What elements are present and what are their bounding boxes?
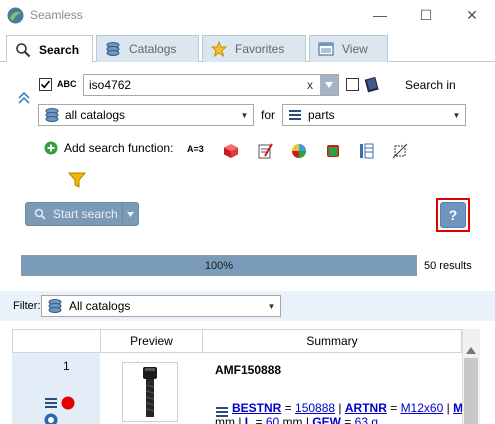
star-icon xyxy=(211,41,227,57)
attr-key-gew[interactable]: GEW xyxy=(312,415,341,424)
catalogs-icon xyxy=(106,42,120,56)
list-icon xyxy=(289,110,301,120)
cube-function-icon[interactable] xyxy=(222,142,240,160)
list-icon[interactable] xyxy=(44,397,58,409)
start-search-button[interactable]: Start search xyxy=(25,202,139,226)
table-function-icon[interactable] xyxy=(357,142,375,160)
search-icon xyxy=(16,42,31,57)
catalog-select[interactable]: all catalogs ▼ xyxy=(38,104,254,126)
chevron-down-icon xyxy=(127,211,134,217)
checkmark-icon xyxy=(40,80,51,89)
title-bar: Seamless — ☐ ✕ xyxy=(0,0,495,30)
attr-key-artnr[interactable]: ARTNR xyxy=(345,401,387,415)
row-index: 1 xyxy=(63,359,70,373)
search-query-value[interactable]: iso4762 xyxy=(84,78,300,92)
search-query-field[interactable]: iso4762 x xyxy=(83,74,339,96)
search-target-value: parts xyxy=(308,108,335,122)
for-label: for xyxy=(261,108,276,122)
summary-line-2: mm | L = 60 mm | GEW = 63 g xyxy=(215,415,460,424)
catalog-select-value: all catalogs xyxy=(65,108,126,122)
tab-search[interactable]: Search xyxy=(6,35,93,63)
index-column-header xyxy=(13,330,101,352)
chevron-down-icon: ▼ xyxy=(267,301,276,311)
chevron-down-icon: ▼ xyxy=(452,110,461,120)
tab-view[interactable]: View xyxy=(309,35,388,62)
add-search-function-label: Add search function: xyxy=(64,141,174,155)
tab-catalogs[interactable]: Catalogs xyxy=(96,35,199,62)
measure-function-icon[interactable] xyxy=(391,142,409,160)
attr-key-l[interactable]: L xyxy=(245,415,252,424)
preview-image[interactable] xyxy=(122,362,178,422)
preview-column-header[interactable]: Preview xyxy=(101,330,203,352)
tab-search-label: Search xyxy=(39,42,80,57)
results-grid-header: Preview Summary xyxy=(12,329,462,353)
view-icon xyxy=(318,42,334,56)
search-target-select[interactable]: parts ▼ xyxy=(282,104,466,126)
attr-key-bestnr[interactable]: BESTNR xyxy=(232,401,281,415)
screw-preview-icon xyxy=(143,367,157,417)
attr-unit-l: mm xyxy=(279,415,303,424)
text-search-checkbox[interactable] xyxy=(39,78,52,91)
line2-prefix: mm | xyxy=(215,415,245,424)
scrollbar-thumb[interactable] xyxy=(464,358,478,424)
catalogs-icon xyxy=(45,108,59,122)
book-search-checkbox[interactable] xyxy=(346,78,359,91)
chevron-down-icon: ▼ xyxy=(240,110,249,120)
tab-catalogs-label: Catalogs xyxy=(129,42,177,56)
catalogs-icon xyxy=(48,299,62,313)
status-dot-icon xyxy=(61,396,75,410)
history-dropdown[interactable] xyxy=(320,75,338,95)
attr-val-artnr[interactable]: M12x60 xyxy=(401,401,444,415)
filter-icon[interactable] xyxy=(68,171,86,189)
book-icon xyxy=(364,76,379,93)
filter-select[interactable]: All catalogs ▼ xyxy=(41,295,281,317)
tab-favorites-label: Favorites xyxy=(235,42,285,56)
scroll-up-icon[interactable] xyxy=(466,346,476,354)
shape-function-icon[interactable] xyxy=(324,142,342,160)
progress-bar: 100% xyxy=(21,255,417,276)
summary-column-header[interactable]: Summary xyxy=(203,330,461,352)
catalog-badge-icon xyxy=(44,413,58,424)
attr-val-gew[interactable]: 63 g xyxy=(355,415,378,424)
window-title: Seamless xyxy=(30,8,83,22)
maximize-button[interactable]: ☐ xyxy=(403,0,449,30)
color-function-icon[interactable] xyxy=(290,142,308,160)
app-logo-icon xyxy=(7,7,24,24)
attr-val-bestnr[interactable]: 150888 xyxy=(295,401,335,415)
progress-text: 100% xyxy=(204,259,234,272)
abc-label: ABC xyxy=(57,79,77,89)
form-function-icon[interactable] xyxy=(256,142,274,160)
chevron-down-icon xyxy=(325,82,333,88)
tab-favorites[interactable]: Favorites xyxy=(202,35,306,62)
summary-line-1: BESTNR = 150888 | ARTNR = M12x60 | M = xyxy=(232,401,473,415)
minimize-button[interactable]: — xyxy=(357,0,403,30)
results-count: 50 results xyxy=(424,260,472,272)
filter-select-value: All catalogs xyxy=(69,299,131,313)
start-search-dropdown[interactable] xyxy=(122,203,138,225)
a3-function-icon[interactable]: A=3 xyxy=(187,144,204,154)
tab-view-label: View xyxy=(342,42,368,56)
add-icon[interactable] xyxy=(44,141,58,155)
filter-label: Filter: xyxy=(13,300,41,312)
attr-val-l[interactable]: 60 xyxy=(266,415,279,424)
search-in-label: Search in xyxy=(405,78,456,92)
search-icon xyxy=(34,208,46,220)
close-button[interactable]: ✕ xyxy=(449,0,495,30)
part-id: AMF150888 xyxy=(215,363,282,377)
collapse-icon[interactable] xyxy=(17,91,31,105)
start-search-label: Start search xyxy=(53,207,118,221)
clear-icon[interactable]: x xyxy=(300,78,320,92)
help-icon: ? xyxy=(448,207,458,223)
help-button[interactable]: ? xyxy=(440,202,466,228)
